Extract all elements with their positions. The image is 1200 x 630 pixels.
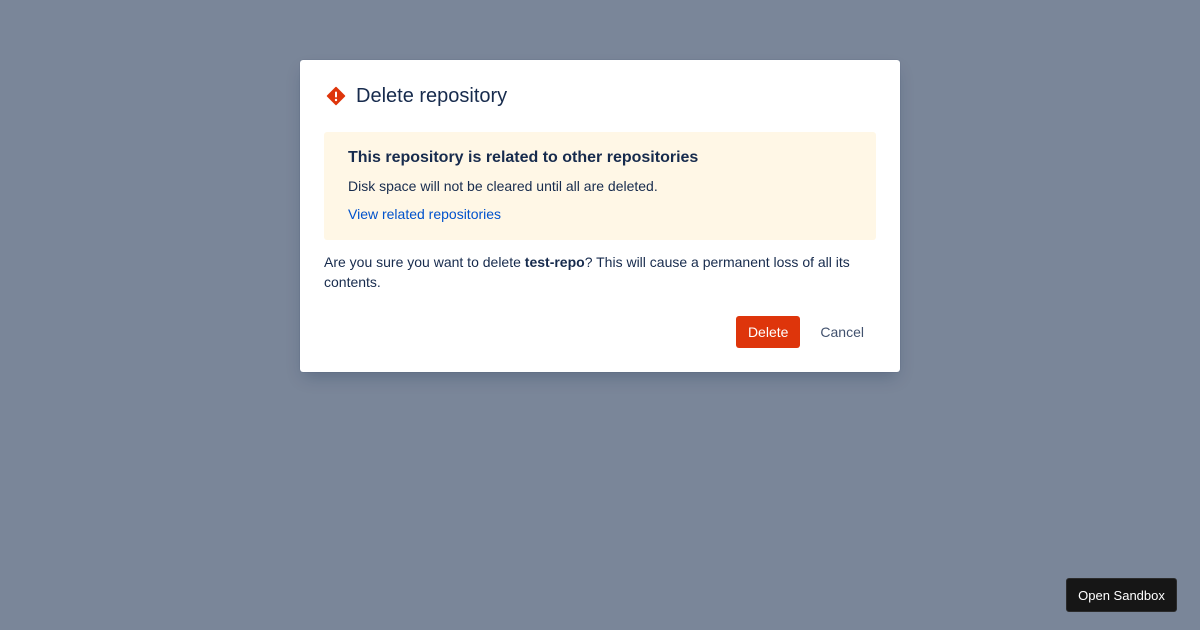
dialog-title: Delete repository <box>356 85 508 107</box>
section-message-title: This repository is related to other repo… <box>348 149 699 166</box>
section-message-body: Disk space will not be cleared until all… <box>348 178 658 194</box>
confirm-message: Are you sure you want to delete test-rep… <box>324 252 876 292</box>
view-related-repositories-link[interactable]: View related repositories <box>348 204 501 224</box>
cancel-button[interactable]: Cancel <box>808 316 876 348</box>
delete-button[interactable]: Delete <box>735 316 801 348</box>
delete-repository-dialog: Delete repository This repository is rel… <box>300 60 900 372</box>
dialog-footer: Delete Cancel <box>735 316 876 348</box>
warning-icon <box>324 84 348 108</box>
confirm-prefix: Are you sure you want to delete <box>324 254 525 270</box>
repo-name: test-repo <box>524 254 585 270</box>
open-sandbox-button[interactable]: Open Sandbox <box>1066 578 1177 612</box>
warning-section-message: This repository is related to other repo… <box>324 132 876 240</box>
dialog-header: Delete repository <box>324 84 876 108</box>
